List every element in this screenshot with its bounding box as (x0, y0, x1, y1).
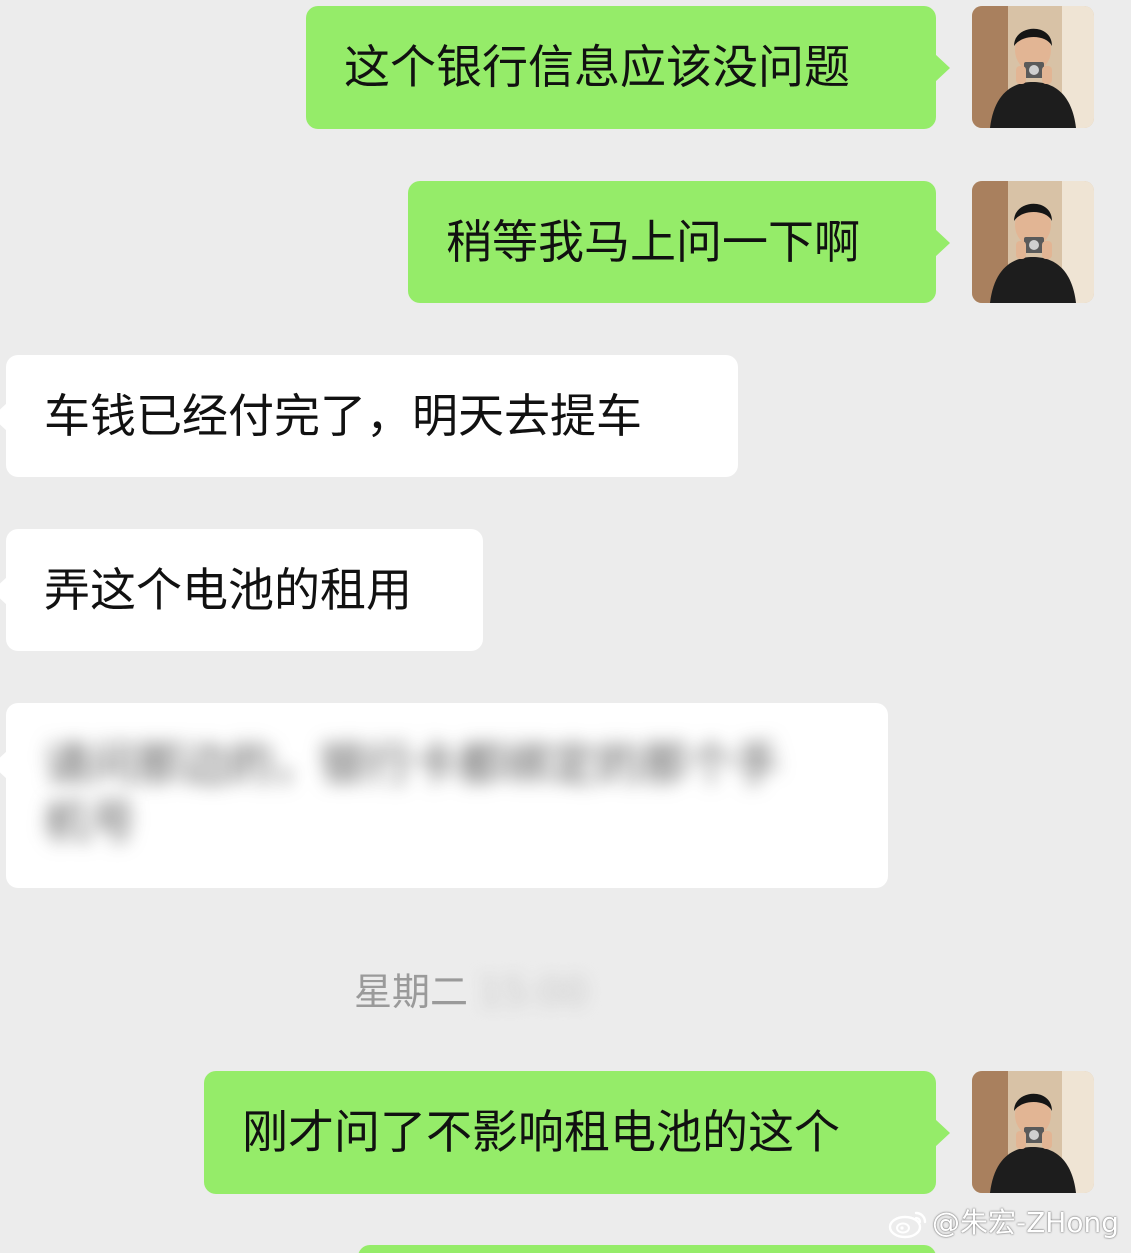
message-text: 刚才问了不影响租电池的这个 (242, 1105, 840, 1159)
chat-message-list[interactable]: 这个银行信息应该没问题 稍等我马上问一下啊 车钱已经付完了，明天去提车 弄这个电… (0, 0, 1131, 1253)
weibo-logo-icon (888, 1211, 927, 1239)
message-text: 稍等我马上问一下啊 (446, 215, 860, 269)
message-bubble-incoming[interactable]: 弄这个电池的租用 (0, 529, 483, 651)
message-bubble-outgoing[interactable]: 稍等我马上问一下啊 (408, 181, 950, 303)
user-avatar[interactable] (972, 6, 1094, 128)
message-text: 弄这个电池的租用 (44, 563, 412, 617)
message-bubble-incoming[interactable]: 车钱已经付完了，明天去提车 (0, 355, 738, 477)
message-text: 这个银行信息应该没问题 (344, 40, 850, 94)
message-bubble-outgoing-partial[interactable] (358, 1245, 936, 1253)
message-bubble-incoming-blurred[interactable]: 请问那边的，银行卡都绑定的那个手 机号 (0, 703, 888, 888)
user-avatar[interactable] (972, 181, 1094, 303)
message-timestamp: 星期二 15:00 (354, 968, 588, 1016)
timestamp-time-blurred: 15:00 (478, 970, 588, 1014)
user-avatar-icon (972, 1071, 1094, 1193)
watermark-text: @朱宏-ZHong (932, 1206, 1119, 1239)
weibo-watermark: @朱宏-ZHong (888, 1205, 1119, 1241)
user-avatar[interactable] (972, 1071, 1094, 1193)
user-avatar-icon (972, 181, 1094, 303)
message-bubble-outgoing[interactable]: 刚才问了不影响租电池的这个 (204, 1071, 950, 1194)
message-bubble-outgoing[interactable]: 这个银行信息应该没问题 (306, 6, 950, 129)
message-text-line: 机号 (44, 795, 136, 849)
user-avatar-icon (972, 6, 1094, 128)
message-text: 车钱已经付完了，明天去提车 (44, 389, 642, 443)
message-text-line: 请问那边的，银行卡都绑定的那个手 (44, 737, 780, 791)
timestamp-day: 星期二 (354, 970, 469, 1014)
